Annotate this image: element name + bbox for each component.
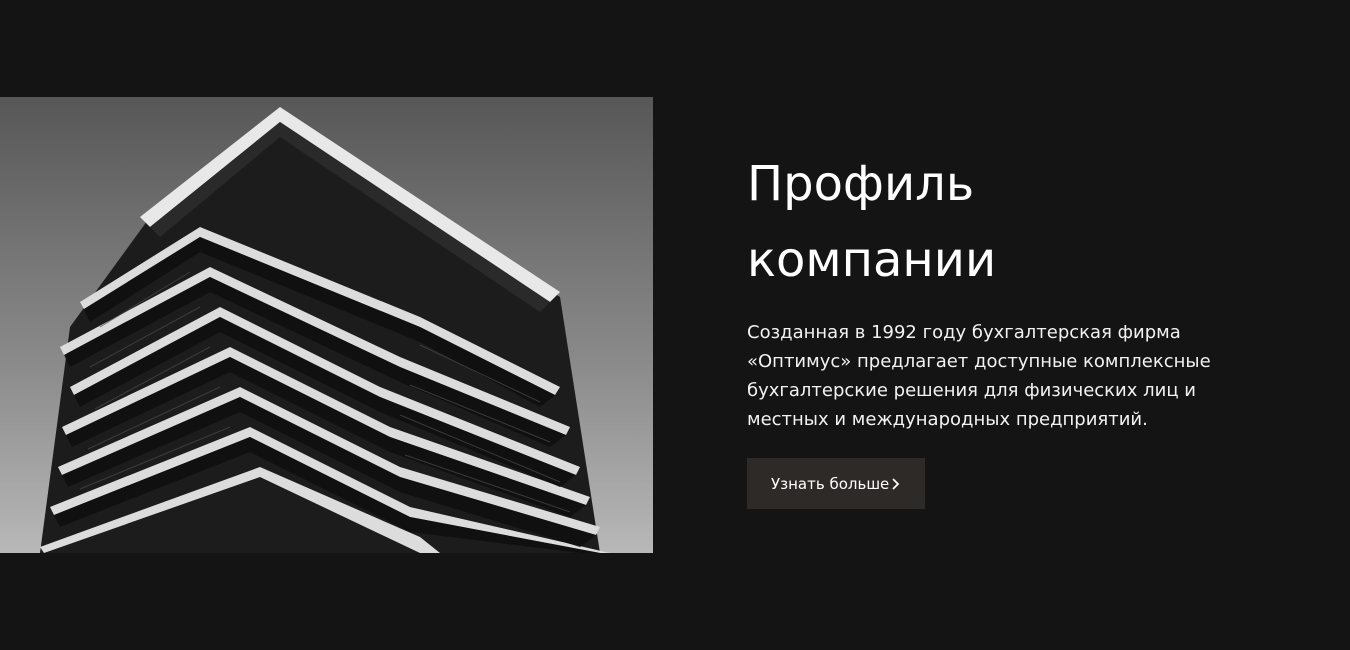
- profile-content: Профиль компании Созданная в 1992 году б…: [747, 146, 1267, 434]
- learn-more-button[interactable]: Узнать больше: [747, 458, 926, 509]
- learn-more-label: Узнать больше: [771, 474, 890, 493]
- page-title: Профиль компании: [747, 156, 997, 288]
- company-description: Созданная в 1992 году бухгалтерская фирм…: [747, 322, 1211, 430]
- building-photo: [0, 97, 653, 553]
- company-profile-section: Профиль компании Созданная в 1992 году б…: [0, 0, 1350, 650]
- chevron-right-icon: [891, 477, 901, 491]
